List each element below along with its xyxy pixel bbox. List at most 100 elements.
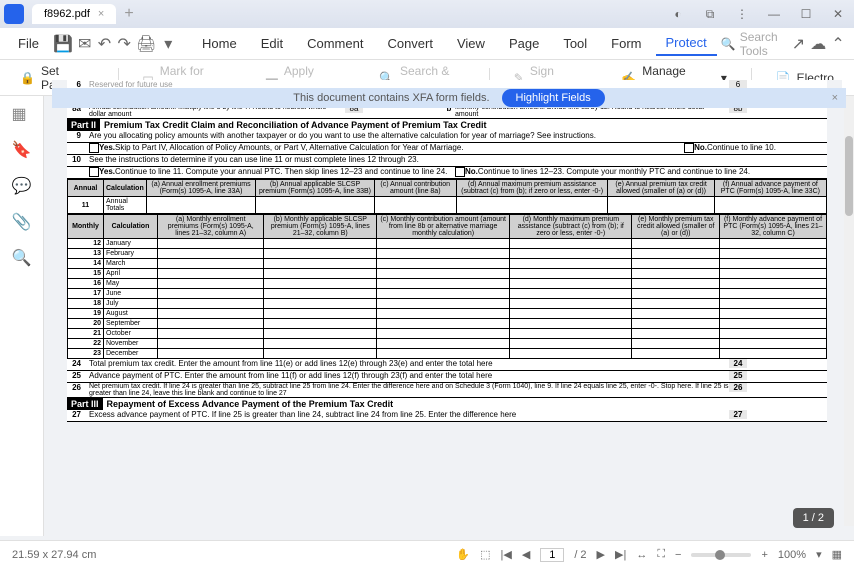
redo-icon[interactable]: ↷ (116, 32, 132, 56)
zoom-in-icon[interactable]: + (761, 549, 767, 561)
checkbox-no[interactable] (684, 143, 694, 153)
more-icon[interactable]: ⋮ (730, 4, 754, 24)
comment-panel-icon[interactable]: 💬 (12, 176, 32, 196)
document-viewport[interactable]: 6Reserved for future use6 7Applicable fi… (52, 80, 842, 536)
tab-convert[interactable]: Convert (377, 32, 443, 55)
highlight-fields-button[interactable]: Highlight Fields (502, 89, 605, 107)
form-field[interactable] (510, 339, 632, 349)
form-field[interactable] (377, 289, 510, 299)
form-field[interactable] (377, 269, 510, 279)
form-field[interactable] (632, 269, 720, 279)
form-field[interactable] (158, 289, 264, 299)
form-field[interactable] (256, 197, 374, 214)
form-field[interactable] (720, 279, 827, 289)
form-field[interactable] (456, 197, 608, 214)
form-field[interactable] (264, 289, 377, 299)
scrollbar-thumb[interactable] (845, 136, 853, 216)
select-tool-icon[interactable]: ⬚ (480, 548, 490, 561)
form-field[interactable] (158, 249, 264, 259)
tab-view[interactable]: View (447, 32, 495, 55)
form-field[interactable] (510, 279, 632, 289)
zoom-out-icon[interactable]: − (675, 549, 681, 561)
form-field[interactable] (608, 197, 714, 214)
view-mode-icon[interactable]: ▦ (832, 548, 842, 561)
form-field[interactable] (158, 269, 264, 279)
form-field[interactable] (158, 329, 264, 339)
form-field[interactable] (632, 299, 720, 309)
form-field[interactable] (264, 349, 377, 359)
form-field[interactable] (264, 239, 377, 249)
tab-comment[interactable]: Comment (297, 32, 373, 55)
document-tab[interactable]: f8962.pdf × (32, 4, 116, 24)
form-field[interactable] (377, 249, 510, 259)
tab-home[interactable]: Home (192, 32, 247, 55)
last-page-icon[interactable]: ▶| (615, 548, 626, 561)
print-icon[interactable]: 🖨 (136, 32, 156, 56)
form-field[interactable] (377, 309, 510, 319)
form-field[interactable] (632, 249, 720, 259)
tab-tool[interactable]: Tool (553, 32, 597, 55)
file-menu[interactable]: File (8, 32, 49, 55)
form-field[interactable] (510, 269, 632, 279)
form-field[interactable] (714, 197, 826, 214)
vertical-scrollbar[interactable] (844, 96, 854, 526)
form-field[interactable] (510, 259, 632, 269)
thumbnails-icon[interactable]: ▦ (12, 104, 32, 124)
checkbox-no[interactable] (455, 167, 465, 177)
form-field[interactable] (158, 259, 264, 269)
form-field[interactable] (377, 279, 510, 289)
maximize-button[interactable]: ☐ (794, 4, 818, 24)
close-window-button[interactable]: ✕ (826, 4, 850, 24)
checkbox-yes[interactable] (89, 143, 99, 153)
form-field[interactable] (158, 299, 264, 309)
form-field[interactable] (632, 349, 720, 359)
mail-icon[interactable]: ✉ (77, 32, 93, 56)
form-field[interactable] (720, 299, 827, 309)
form-field[interactable] (264, 339, 377, 349)
tab-form[interactable]: Form (601, 32, 651, 55)
form-field[interactable] (510, 349, 632, 359)
form-field[interactable] (720, 259, 827, 269)
form-field[interactable] (510, 249, 632, 259)
minimize-button[interactable]: — (762, 4, 786, 24)
tab-edit[interactable]: Edit (251, 32, 293, 55)
form-field[interactable] (510, 329, 632, 339)
zoom-slider[interactable] (691, 553, 751, 557)
ai-icon[interactable]: ◐ (666, 4, 690, 24)
form-field[interactable] (377, 299, 510, 309)
page-input[interactable] (540, 548, 564, 562)
banner-close-icon[interactable]: × (832, 92, 838, 104)
form-field[interactable] (377, 319, 510, 329)
form-field[interactable] (158, 309, 264, 319)
close-tab-icon[interactable]: × (98, 8, 104, 20)
tab-protect[interactable]: Protect (656, 31, 717, 56)
form-field[interactable] (264, 259, 377, 269)
form-field[interactable] (632, 319, 720, 329)
form-field[interactable] (510, 319, 632, 329)
form-field[interactable] (374, 197, 456, 214)
undo-icon[interactable]: ↶ (97, 32, 113, 56)
form-field[interactable] (158, 279, 264, 289)
hand-tool-icon[interactable]: ✋ (456, 548, 470, 561)
form-field[interactable] (720, 339, 827, 349)
prev-page-icon[interactable]: ◀ (522, 548, 530, 561)
form-field[interactable] (510, 299, 632, 309)
checkbox-yes[interactable] (89, 167, 99, 177)
form-field[interactable] (632, 279, 720, 289)
form-field[interactable] (158, 239, 264, 249)
form-field[interactable] (632, 339, 720, 349)
form-field[interactable] (720, 289, 827, 299)
search-tools[interactable]: 🔍 Search Tools (721, 30, 779, 58)
attachment-icon[interactable]: 📎 (12, 212, 32, 232)
form-field[interactable] (510, 289, 632, 299)
form-field[interactable] (720, 239, 827, 249)
zoom-dropdown-icon[interactable]: ▾ (816, 548, 822, 561)
dropdown-icon[interactable]: ▾ (160, 32, 176, 56)
form-field[interactable] (510, 239, 632, 249)
bookmark-icon[interactable]: 🔖 (12, 140, 32, 160)
form-field[interactable] (632, 309, 720, 319)
zoom-slider-thumb[interactable] (715, 550, 725, 560)
form-field[interactable] (264, 269, 377, 279)
tab-page[interactable]: Page (499, 32, 549, 55)
save-icon[interactable]: 💾 (53, 32, 73, 56)
